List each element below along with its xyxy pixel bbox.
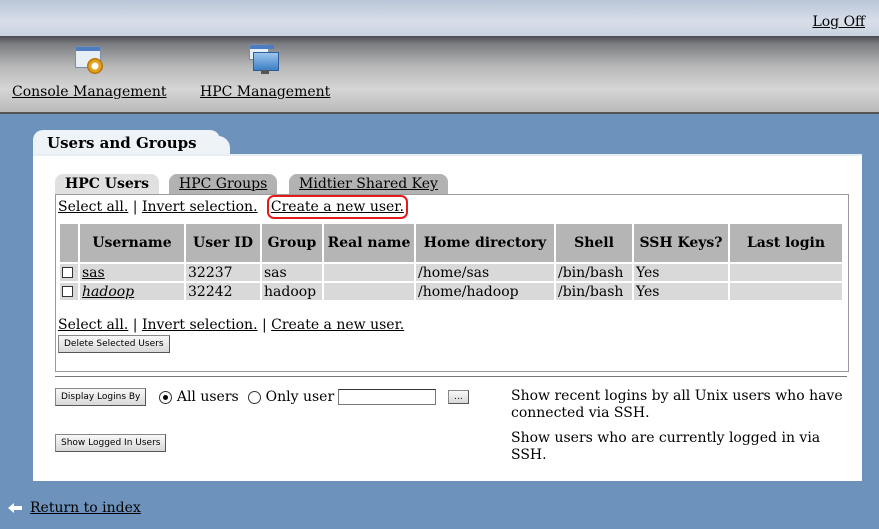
only-user-label: Only user — [265, 389, 335, 405]
browse-users-button[interactable]: ... — [448, 390, 469, 404]
users-table-box: Select all. | Invert selection. Create a… — [55, 194, 849, 372]
last-login-cell — [730, 264, 842, 281]
column-header-ssh-keys: SSH Keys? — [634, 224, 728, 262]
column-header-group: Group — [262, 224, 322, 262]
footer: Return to index — [8, 500, 141, 516]
create-new-user-link[interactable]: Create a new user. — [266, 195, 408, 219]
users-table: Username User ID Group Real name Home di… — [58, 222, 844, 302]
real-name-cell — [324, 283, 414, 300]
console-management-link[interactable]: Console Management — [12, 84, 166, 100]
column-header-username: Username — [80, 224, 184, 262]
display-logins-row: Display Logins By All users Only user... — [55, 388, 477, 406]
select-all-link[interactable]: Select all. — [58, 199, 128, 215]
username-link[interactable]: hadoop — [82, 284, 134, 300]
selection-links-bottom: Select all. | Invert selection. | Create… — [58, 317, 404, 333]
delete-selected-users-button[interactable]: Delete Selected Users — [58, 335, 170, 353]
user-id-cell: 32242 — [186, 283, 260, 300]
tab-hpc-groups[interactable]: HPC Groups — [169, 174, 278, 194]
invert-selection-link[interactable]: Invert selection. — [142, 317, 258, 333]
table-row: hadoop 32242 hadoop /home/hadoop /bin/ba… — [60, 283, 842, 300]
tab-midtier-shared-key[interactable]: Midtier Shared Key — [289, 174, 448, 194]
group-cell: hadoop — [262, 283, 322, 300]
group-cell: sas — [262, 264, 322, 281]
link-separator: | — [128, 317, 142, 333]
top-bar: Log Off — [0, 0, 879, 36]
home-directory-cell: /home/hadoop — [416, 283, 554, 300]
module-bar: Console Management HPC Management — [0, 36, 879, 114]
table-header-row: Username User ID Group Real name Home di… — [60, 224, 842, 262]
link-separator: | — [128, 199, 142, 215]
link-separator: | — [257, 317, 272, 333]
all-users-label: All users — [176, 389, 239, 405]
logged-in-row: Show Logged In Users — [55, 430, 167, 452]
logged-in-description: Show users who are currently logged in v… — [511, 430, 821, 463]
log-off-link[interactable]: Log Off — [812, 14, 865, 30]
invert-selection-link[interactable]: Invert selection. — [142, 199, 258, 215]
select-column-header — [60, 224, 78, 262]
back-arrow-icon — [8, 502, 22, 514]
hpc-management-link[interactable]: HPC Management — [200, 84, 330, 100]
divider — [55, 376, 847, 377]
all-users-radio[interactable] — [158, 390, 172, 404]
only-user-input[interactable] — [338, 389, 437, 405]
column-header-home-directory: Home directory — [416, 224, 554, 262]
monitor-icon — [249, 44, 281, 76]
column-header-last-login: Last login — [730, 224, 842, 262]
select-all-link[interactable]: Select all. — [58, 317, 128, 333]
hpc-management-module[interactable]: HPC Management — [200, 44, 330, 100]
table-row: sas 32237 sas /home/sas /bin/bash Yes — [60, 264, 842, 281]
row-checkbox[interactable] — [62, 286, 73, 297]
console-management-module[interactable]: Console Management — [12, 44, 166, 100]
panel-title: Users and Groups — [33, 130, 230, 154]
console-gear-icon — [73, 44, 105, 76]
column-header-real-name: Real name — [324, 224, 414, 262]
create-new-user-link[interactable]: Create a new user. — [271, 317, 404, 333]
home-directory-cell: /home/sas — [416, 264, 554, 281]
return-to-index-link[interactable]: Return to index — [30, 500, 141, 516]
users-groups-panel: HPC Users HPC Groups Midtier Shared Key … — [33, 154, 862, 481]
last-login-cell — [730, 283, 842, 300]
username-link[interactable]: sas — [82, 265, 105, 281]
column-header-user-id: User ID — [186, 224, 260, 262]
shell-cell: /bin/bash — [556, 283, 632, 300]
recent-logins-description: Show recent logins by all Unix users who… — [511, 388, 843, 421]
show-logged-in-users-button[interactable]: Show Logged In Users — [55, 434, 167, 452]
username-cell: hadoop — [80, 283, 184, 300]
row-select-cell — [60, 264, 78, 281]
user-id-cell: 32237 — [186, 264, 260, 281]
tab-hpc-users[interactable]: HPC Users — [55, 174, 160, 194]
selection-links-top: Select all. | Invert selection. Create a… — [58, 195, 408, 219]
display-logins-button[interactable]: Display Logins By — [55, 388, 147, 406]
ssh-keys-cell: Yes — [634, 264, 728, 281]
real-name-cell — [324, 264, 414, 281]
only-user-radio[interactable] — [247, 390, 261, 404]
shell-cell: /bin/bash — [556, 264, 632, 281]
ssh-keys-cell: Yes — [634, 283, 728, 300]
row-checkbox[interactable] — [62, 267, 73, 278]
row-select-cell — [60, 283, 78, 300]
column-header-shell: Shell — [556, 224, 632, 262]
username-cell: sas — [80, 264, 184, 281]
